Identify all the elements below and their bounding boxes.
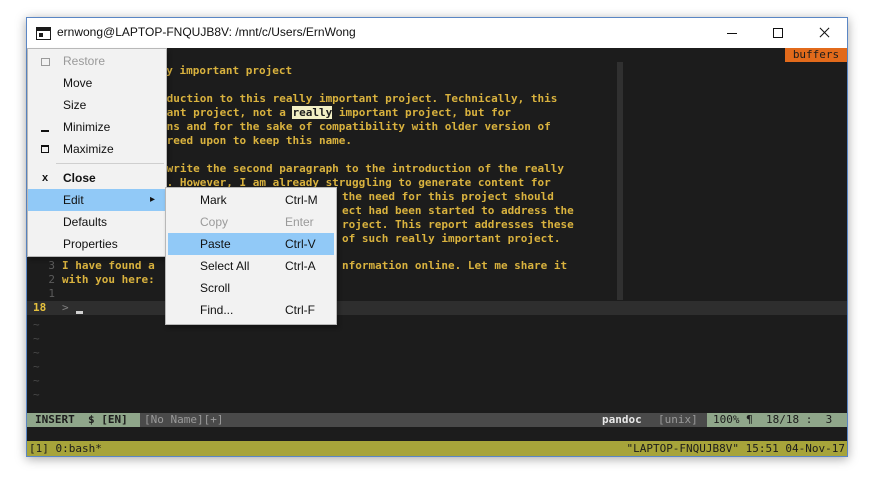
menu-item-mark[interactable]: Mark Ctrl-M <box>166 189 336 211</box>
menu-item-paste[interactable]: Paste Ctrl-V <box>168 233 334 255</box>
menu-item-label: Select All <box>200 259 250 273</box>
tmux-window-list[interactable]: [1] 0:bash* <box>29 441 102 456</box>
menu-item-label: Restore <box>63 54 106 68</box>
text-line: ect had been started to address the <box>342 204 574 217</box>
close-button[interactable] <box>801 18 847 48</box>
minimize-icon <box>38 116 52 138</box>
system-menu: Restore Move Size Minimize Maximize x Cl… <box>27 48 167 257</box>
text-line: ons and for the sake of compatibility wi… <box>160 120 551 133</box>
empty-line-marker: ~ <box>33 332 40 345</box>
tmux-status-right: "LAPTOP-FNQUJB8V" 15:51 04-Nov-17 <box>626 442 845 455</box>
text-line: roject. This report addresses these <box>342 218 574 231</box>
menu-item-copy[interactable]: Copy Enter <box>166 211 336 233</box>
menu-item-restore[interactable]: Restore <box>28 50 166 72</box>
chevron-right-icon: ▸ <box>150 194 156 205</box>
empty-line-marker: ~ <box>33 360 40 373</box>
empty-line-marker: ~ <box>33 374 40 387</box>
heading-line: lly important project <box>153 64 293 77</box>
empty-line-marker: ~ <box>33 318 40 331</box>
window-split-separator <box>617 62 623 300</box>
maximize-button[interactable] <box>755 18 801 48</box>
text-line: nformation online. Let me share it <box>342 259 568 272</box>
menu-item-label: Find... <box>200 303 234 317</box>
menu-item-label: Copy <box>200 215 229 229</box>
console-app-icon[interactable] <box>36 27 51 40</box>
menu-item-select-all[interactable]: Select All Ctrl-A <box>166 255 336 277</box>
menu-item-label: Size <box>63 98 87 112</box>
menu-item-label: Minimize <box>63 120 111 134</box>
maximize-icon <box>38 138 52 160</box>
text-line: oduction to this really important projec… <box>160 92 558 105</box>
menu-item-properties[interactable]: Properties <box>28 233 166 255</box>
tmux-status-bar: [1] 0:bash* "LAPTOP-FNQUJB8V" 15:51 04-N… <box>27 441 847 456</box>
buffers-tab[interactable]: buffers <box>785 48 847 62</box>
menu-item-minimize[interactable]: Minimize <box>28 116 166 138</box>
menu-item-label: Maximize <box>63 142 114 156</box>
empty-line-marker: ~ <box>33 388 40 401</box>
current-line-number: 18 <box>33 301 47 314</box>
relative-line-number: 1 <box>48 287 55 300</box>
relative-line-number: 2 <box>48 273 55 286</box>
menu-item-label: Scroll <box>200 281 231 295</box>
window-title: ernwong@LAPTOP-FNQUJB8V: /mnt/c/Users/Er… <box>57 25 356 39</box>
menu-item-label: Edit <box>63 193 84 207</box>
menu-item-edit[interactable]: Edit ▸ <box>28 189 166 211</box>
input-prompt: > <box>62 301 69 314</box>
menu-item-maximize[interactable]: Maximize <box>28 138 166 160</box>
text-line: the need for this project should <box>342 190 554 203</box>
menu-shortcut: Ctrl-F <box>285 303 315 317</box>
text-segment: tant project, not a <box>160 106 293 119</box>
mode-indicator: INSERT $ [EN] <box>27 413 140 427</box>
text-line: with you here: <box>62 273 155 286</box>
menu-item-label: Mark <box>200 193 227 207</box>
menu-item-defaults[interactable]: Defaults <box>28 211 166 233</box>
menu-item-scroll[interactable]: Scroll <box>166 277 336 299</box>
cursor-position: 100% ¶ 18/18 : 3 <box>707 413 847 427</box>
menu-item-find[interactable]: Find... Ctrl-F <box>166 299 336 321</box>
edit-submenu: Mark Ctrl-M Copy Enter Paste Ctrl-V Sele… <box>165 187 337 325</box>
restore-icon <box>38 50 52 72</box>
menu-item-label: Properties <box>63 237 118 251</box>
menu-shortcut: Ctrl-V <box>285 237 316 251</box>
text-line: I have found a <box>62 259 155 272</box>
menu-item-label: Close <box>63 171 96 185</box>
vim-statusline: INSERT $ [EN] [No Name][+] pandoc [unix]… <box>27 413 847 427</box>
file-type: pandoc <box>602 413 642 426</box>
file-format: [unix] <box>658 413 698 426</box>
menu-item-label: Defaults <box>63 215 108 229</box>
text-line: tant project, not a really important pro… <box>160 106 511 120</box>
menu-item-label: Paste <box>200 237 231 251</box>
file-name: [No Name][+] <box>144 413 224 426</box>
menu-shortcut: Enter <box>285 215 314 229</box>
close-icon: x <box>41 172 49 184</box>
relative-line-number: 3 <box>48 259 55 272</box>
text-line: of such really important project. <box>342 232 561 245</box>
menu-shortcut: Ctrl-M <box>285 193 318 207</box>
text-line: greed upon to keep this name. <box>160 134 353 147</box>
menu-item-close[interactable]: x Close <box>28 167 166 189</box>
minimize-button[interactable] <box>709 18 755 48</box>
menu-shortcut: Ctrl-A <box>285 259 316 273</box>
menu-item-label: Move <box>63 76 93 90</box>
search-highlight: really <box>292 106 333 119</box>
menu-separator <box>56 163 164 164</box>
text-cursor <box>76 311 83 314</box>
empty-line-marker: ~ <box>33 346 40 359</box>
menu-item-size[interactable]: Size <box>28 94 166 116</box>
text-line: write the second paragraph to the introd… <box>160 162 564 175</box>
cursor-line <box>27 301 847 315</box>
menu-item-move[interactable]: Move <box>28 72 166 94</box>
text-segment: important project, but for <box>332 106 512 119</box>
title-bar[interactable]: ernwong@LAPTOP-FNQUJB8V: /mnt/c/Users/Er… <box>27 18 847 48</box>
